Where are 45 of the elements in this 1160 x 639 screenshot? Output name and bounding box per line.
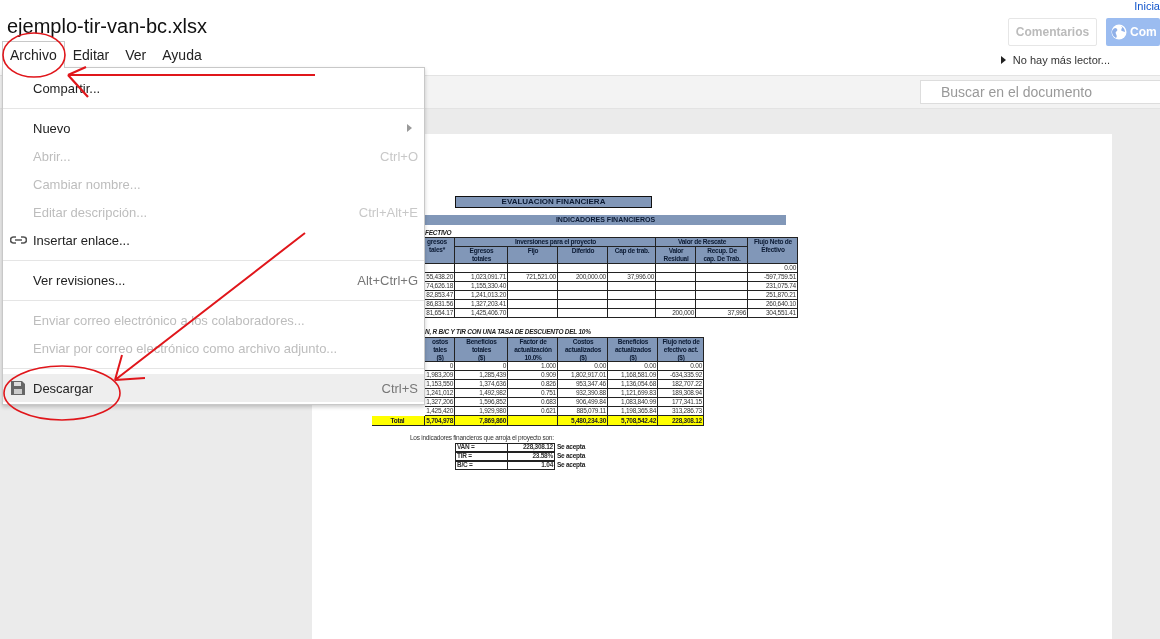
empty-cell xyxy=(656,300,696,309)
empty-cell xyxy=(508,264,558,273)
readers-label: No hay más lector... xyxy=(1012,54,1110,66)
empty-cell xyxy=(696,273,748,282)
sign-in-link[interactable]: Inicia xyxy=(1134,0,1160,12)
empty-cell xyxy=(608,309,656,318)
empty-cell xyxy=(608,264,656,273)
empty-cell xyxy=(696,282,748,291)
menu-item[interactable]: Nuevo xyxy=(3,114,424,142)
menu-bar-item[interactable]: Archivo xyxy=(2,41,65,68)
empty-cell xyxy=(558,291,608,300)
empty-cell xyxy=(455,264,508,273)
empty-cell xyxy=(608,291,656,300)
menu-item[interactable]: Ver revisiones... Alt+Ctrl+G xyxy=(3,266,424,294)
empty-cell xyxy=(508,282,558,291)
submenu-arrow-icon xyxy=(407,124,412,132)
menu-item[interactable]: Descargar Ctrl+S xyxy=(3,374,424,402)
document-title: ejemplo-tir-van-bc.xlsx xyxy=(6,14,209,38)
save-icon xyxy=(11,381,25,395)
sheet-title: EVALUACION FINANCIERA xyxy=(455,196,652,208)
empty-cell xyxy=(558,282,608,291)
keyboard-shortcut: Ctrl+S xyxy=(381,380,418,396)
expand-arrow-icon[interactable] xyxy=(1000,56,1006,64)
empty-cell xyxy=(696,264,748,273)
empty-cell xyxy=(696,300,748,309)
empty-cell xyxy=(696,291,748,300)
empty-cell xyxy=(608,282,656,291)
link-icon xyxy=(9,236,27,244)
empty-cell xyxy=(656,264,696,273)
menu-bar-item[interactable]: Ver xyxy=(117,41,155,67)
menu-bar-item[interactable]: Ayuda xyxy=(154,41,210,67)
menu-bar-item[interactable]: Editar xyxy=(64,41,118,67)
empty-cell xyxy=(558,309,608,318)
empty-cell xyxy=(508,291,558,300)
empty-cell xyxy=(508,300,558,309)
empty-cell xyxy=(656,282,696,291)
empty-cell xyxy=(656,291,696,300)
keyboard-shortcut: Alt+Ctrl+G xyxy=(357,272,418,288)
empty-cell xyxy=(608,300,656,309)
empty-cell xyxy=(558,300,608,309)
empty-cell xyxy=(656,273,696,282)
search-field[interactable]: Buscar en el documento xyxy=(920,80,1160,104)
empty-cell xyxy=(508,309,558,318)
globe-icon xyxy=(1111,24,1127,40)
empty-cell xyxy=(558,264,608,273)
